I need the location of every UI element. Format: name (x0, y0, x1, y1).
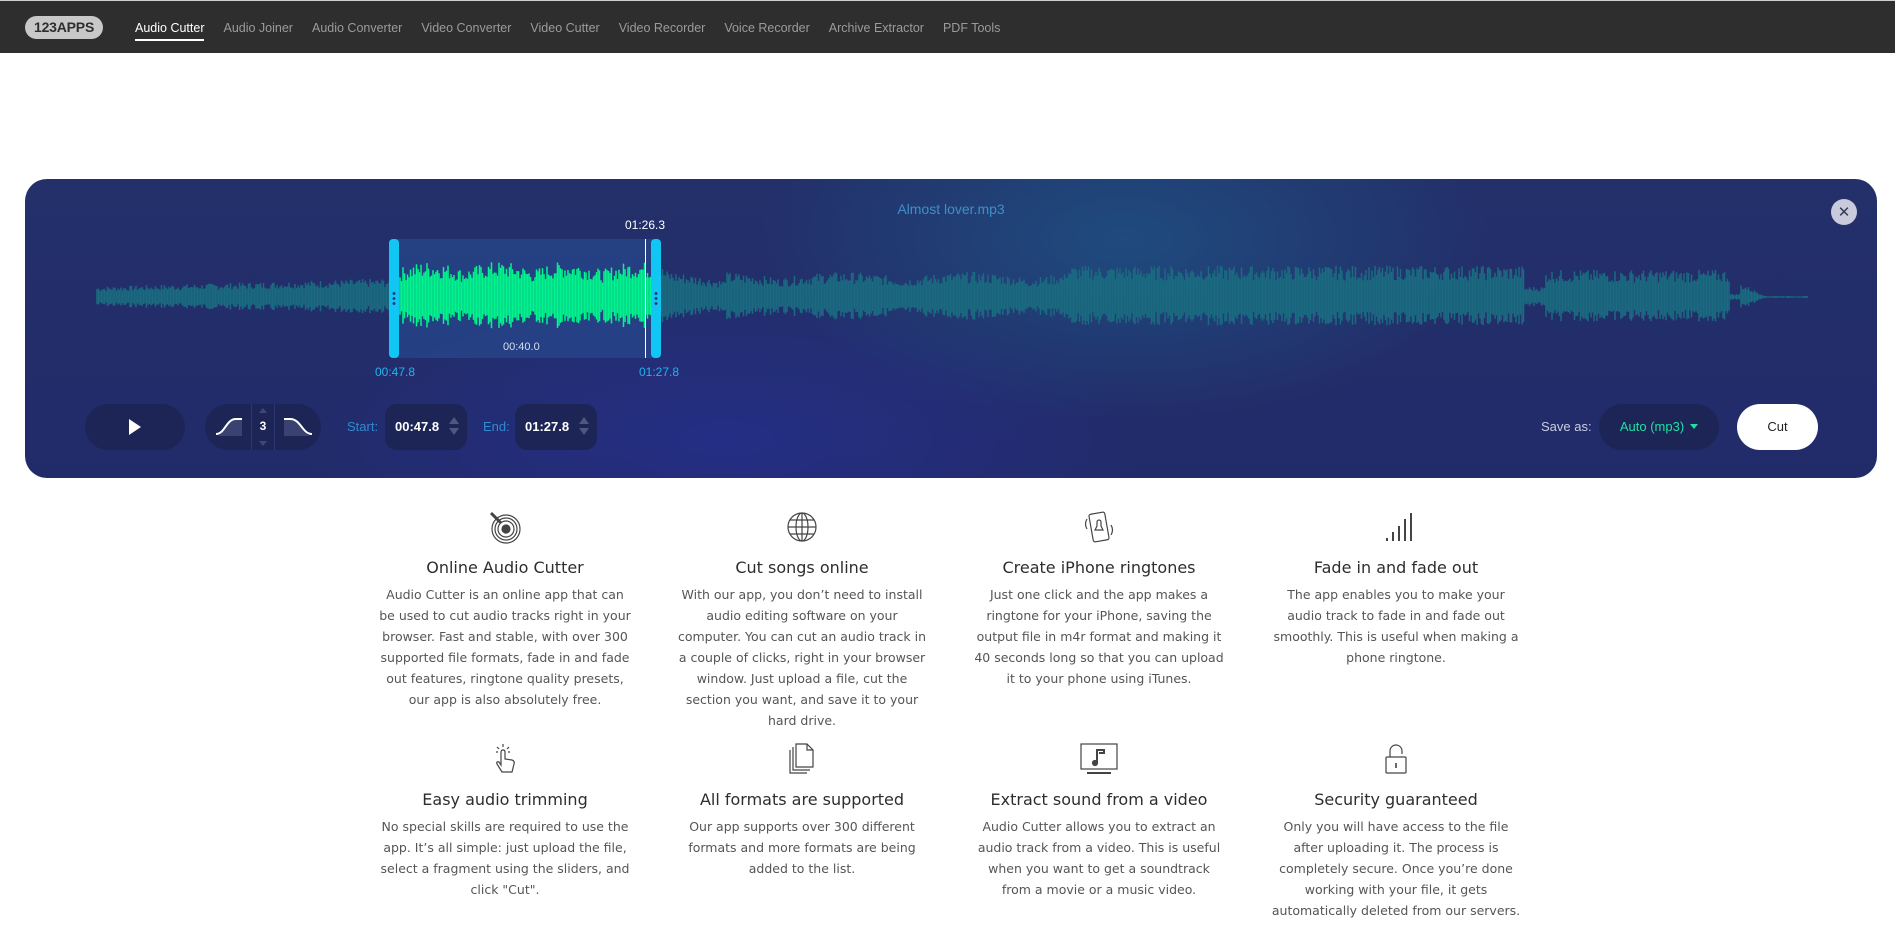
feature-security: Security guaranteed Only you will have a… (1261, 742, 1531, 921)
nav-audio-joiner[interactable]: Audio Joiner (223, 21, 293, 35)
end-increase-arrow-icon[interactable] (579, 417, 589, 424)
feature-description: Our app supports over 300 different form… (688, 819, 916, 876)
tap-hand-icon (496, 744, 515, 773)
feature-title: Security guaranteed (1314, 790, 1478, 809)
end-time-input[interactable]: 01:27.8 (515, 404, 597, 450)
play-icon (129, 419, 141, 435)
start-label: Start: (347, 419, 379, 434)
end-label: End: (483, 419, 510, 434)
playhead[interactable] (645, 239, 646, 358)
feature-description: Only you will have access to the file af… (1271, 819, 1521, 918)
selection-end-handle[interactable] (651, 239, 661, 358)
feature-online-audio-cutter: Online Audio Cutter Audio Cutter is an o… (370, 510, 640, 710)
app-nav: Audio Cutter Audio Joiner Audio Converte… (135, 1, 1019, 54)
feature-create-iphone-ringtones: Create iPhone ringtones Just one click a… (964, 510, 1234, 689)
globe-icon (787, 512, 817, 542)
fade-increase-arrow-icon[interactable] (259, 408, 267, 413)
logo[interactable]: 123APPS (25, 16, 104, 39)
playhead-time: 01:26.3 (625, 218, 666, 232)
feature-easy-audio-trimming: Easy audio trimming No special skills ar… (370, 742, 640, 900)
end-time-value[interactable]: 01:27.8 (525, 419, 569, 434)
start-time-input[interactable]: 00:47.8 (385, 404, 467, 450)
feature-all-formats: All formats are supported Our app suppor… (667, 742, 937, 879)
volume-bars-icon (1386, 513, 1412, 541)
nav-video-converter[interactable]: Video Converter (421, 21, 511, 35)
format-value: Auto (mp3) (1619, 419, 1685, 434)
feature-title: Cut songs online (735, 558, 869, 577)
audio-editor-panel: Almost lover.mp3 ✕ 01:26.3 00:40.0 00:47… (25, 179, 1877, 478)
feature-extract-sound: Extract sound from a video Audio Cutter … (964, 742, 1234, 900)
feature-description: With our app, you don’t need to install … (677, 587, 927, 728)
start-increase-arrow-icon[interactable] (449, 417, 459, 424)
fade-out-icon (284, 418, 313, 436)
grip-dots-icon (392, 291, 396, 305)
feature-title: Easy audio trimming (422, 790, 588, 809)
nav-audio-converter[interactable]: Audio Converter (312, 21, 402, 35)
start-decrease-arrow-icon[interactable] (449, 428, 459, 435)
save-as-label: Save as: (1541, 419, 1592, 434)
feature-title: All formats are supported (699, 790, 905, 809)
documents-icon (789, 743, 814, 774)
feature-description: The app enables you to make your audio t… (1273, 587, 1519, 665)
feature-description: Audio Cutter is an online app that can b… (379, 587, 631, 707)
feature-cut-songs-online: Cut songs online With our app, you don’t… (667, 510, 937, 731)
fade-out-button[interactable] (275, 404, 321, 450)
nav-archive-extractor[interactable]: Archive Extractor (829, 21, 924, 35)
grip-dots-icon (654, 291, 658, 305)
phone-ringing-icon (1084, 511, 1114, 543)
nav-audio-cutter[interactable]: Audio Cutter (135, 21, 205, 41)
fade-in-icon (215, 418, 242, 436)
monitor-music-icon (1080, 743, 1118, 774)
feature-title: Online Audio Cutter (426, 558, 584, 577)
selection-duration: 00:40.0 (503, 341, 540, 353)
selection-start-handle[interactable] (389, 239, 399, 358)
feature-title: Fade in and fade out (1313, 558, 1479, 577)
fade-duration-value: 3 (259, 419, 267, 433)
feature-title: Create iPhone ringtones (1002, 558, 1196, 577)
nav-video-recorder[interactable]: Video Recorder (619, 21, 706, 35)
selection-start-time: 00:47.8 (375, 365, 416, 379)
start-time-value[interactable]: 00:47.8 (395, 419, 439, 434)
feature-description: No special skills are required to use th… (380, 819, 630, 897)
feature-description: Audio Cutter allows you to extract an au… (977, 819, 1221, 897)
nav-video-cutter[interactable]: Video Cutter (530, 21, 599, 35)
fade-controls: 3 (205, 404, 321, 450)
padlock-icon (1385, 744, 1407, 774)
vinyl-record-icon (489, 511, 521, 544)
play-button[interactable] (85, 404, 185, 450)
fade-in-button[interactable] (205, 404, 251, 450)
nav-voice-recorder[interactable]: Voice Recorder (724, 21, 809, 35)
selection-end-time: 01:27.8 (639, 365, 680, 379)
chevron-down-icon (1690, 424, 1699, 429)
nav-pdf-tools[interactable]: PDF Tools (943, 21, 1000, 35)
end-decrease-arrow-icon[interactable] (579, 428, 589, 435)
feature-title: Extract sound from a video (990, 790, 1208, 809)
feature-description: Just one click and the app makes a ringt… (974, 587, 1224, 686)
feature-fade-in-out: Fade in and fade out The app enables you… (1261, 510, 1531, 668)
fade-decrease-arrow-icon[interactable] (259, 441, 267, 446)
fade-duration-stepper[interactable]: 3 (252, 404, 274, 450)
cut-button[interactable]: Cut (1737, 404, 1818, 450)
format-dropdown[interactable]: Auto (mp3) (1599, 404, 1719, 450)
top-navigation-bar: 123APPS Audio Cutter Audio Joiner Audio … (0, 0, 1895, 53)
